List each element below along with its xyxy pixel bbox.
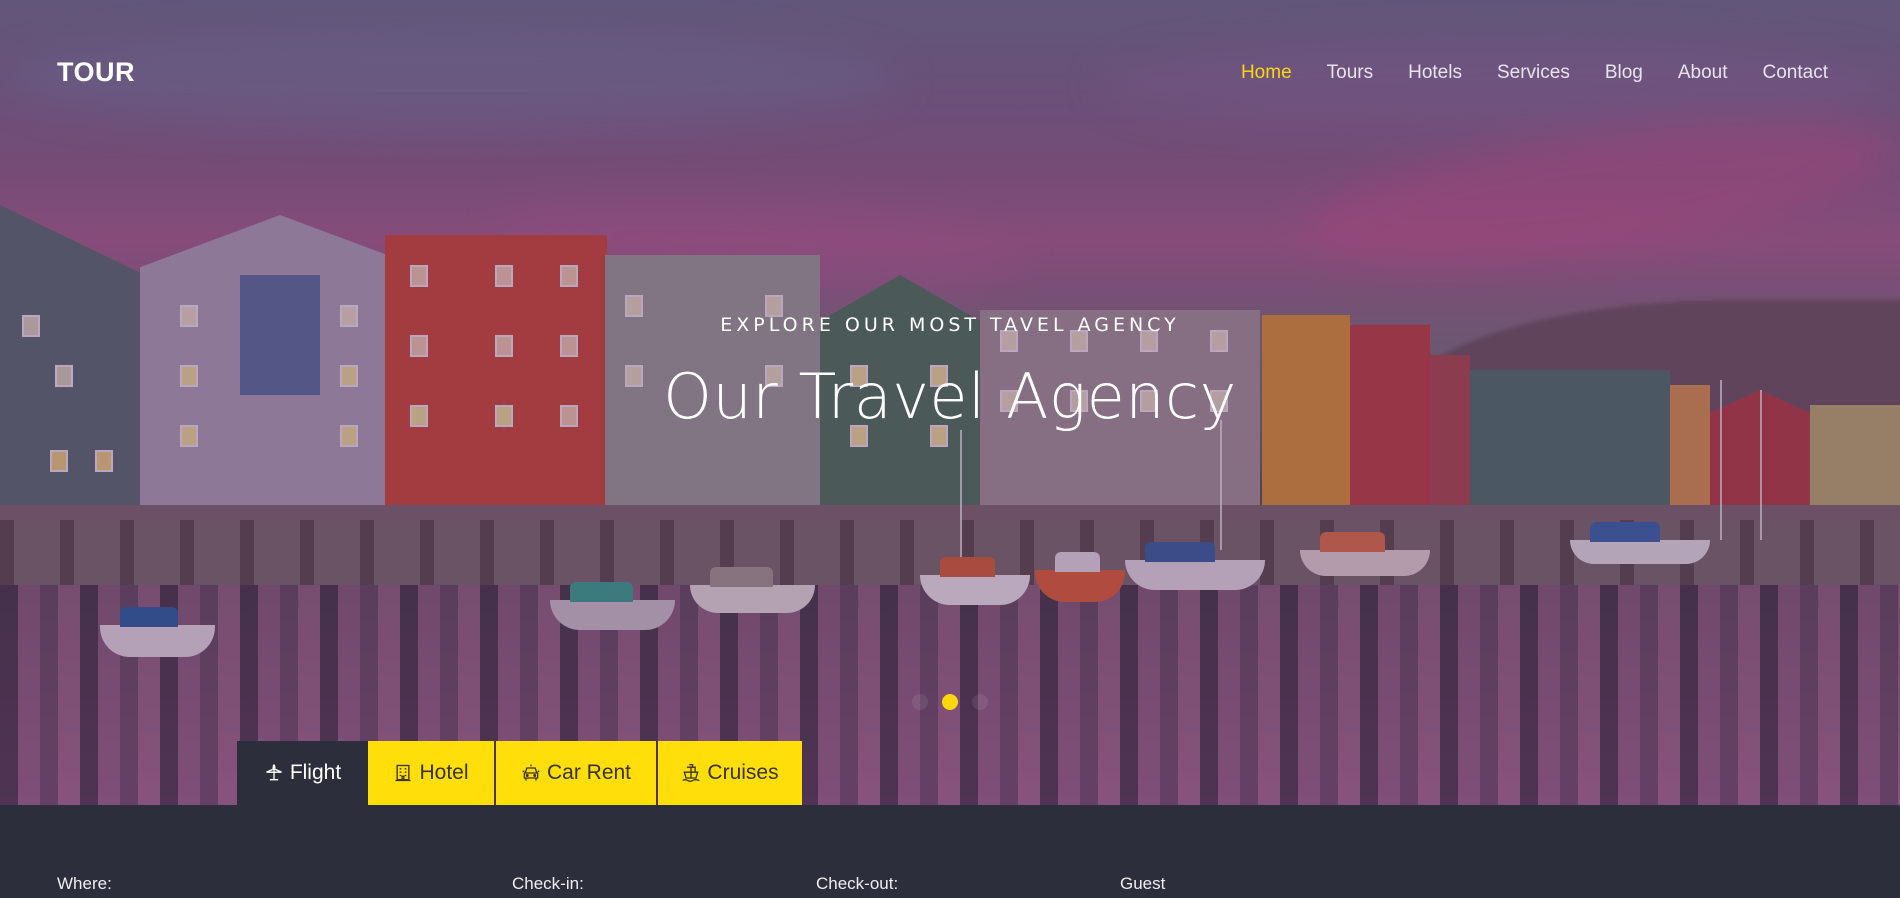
nav-item-about[interactable]: About	[1678, 62, 1728, 84]
where-label: Where:	[57, 874, 112, 893]
tab-label: Car Rent	[546, 761, 632, 784]
tab-cruises[interactable]: Cruises	[658, 741, 802, 805]
guest-label: Guest	[1120, 874, 1166, 893]
slider-pagination	[0, 694, 1900, 710]
tab-car-rent[interactable]: Car Rent	[496, 741, 656, 805]
main-nav: Home Tours Hotels Services Blog About Co…	[1241, 62, 1828, 84]
tab-hotel[interactable]: Hotel	[368, 741, 494, 805]
hero-title: Our Travel Agency	[663, 360, 1237, 433]
slider-dot-active[interactable]	[942, 694, 958, 710]
airplane-icon	[266, 764, 282, 781]
slider-dot[interactable]	[972, 694, 988, 710]
booking-tabs: Flight Hotel Car Rent Cruises	[237, 741, 802, 805]
nav-item-contact[interactable]: Contact	[1763, 62, 1828, 84]
tab-flight[interactable]: Flight	[237, 741, 368, 805]
tab-label: Hotel	[419, 761, 469, 784]
tab-label: Cruises	[707, 761, 779, 784]
slider-dot[interactable]	[912, 694, 928, 710]
checkout-label: Check-out:	[816, 874, 899, 893]
nav-item-tours[interactable]: Tours	[1327, 62, 1373, 84]
hero-subtitle: EXPLORE OUR MOST TAVEL AGENCY	[720, 314, 1180, 336]
ship-icon	[682, 764, 700, 782]
tab-label: Flight	[289, 761, 342, 784]
hotel-icon	[395, 764, 411, 782]
checkin-label: Check-in:	[512, 874, 584, 893]
taxi-icon	[522, 764, 540, 781]
nav-item-home[interactable]: Home	[1241, 62, 1292, 84]
nav-item-hotels[interactable]: Hotels	[1408, 62, 1462, 84]
nav-item-services[interactable]: Services	[1497, 62, 1570, 84]
nav-item-blog[interactable]: Blog	[1605, 62, 1643, 84]
brand-logo[interactable]: TOUR	[57, 57, 135, 88]
search-panel	[0, 805, 1900, 898]
